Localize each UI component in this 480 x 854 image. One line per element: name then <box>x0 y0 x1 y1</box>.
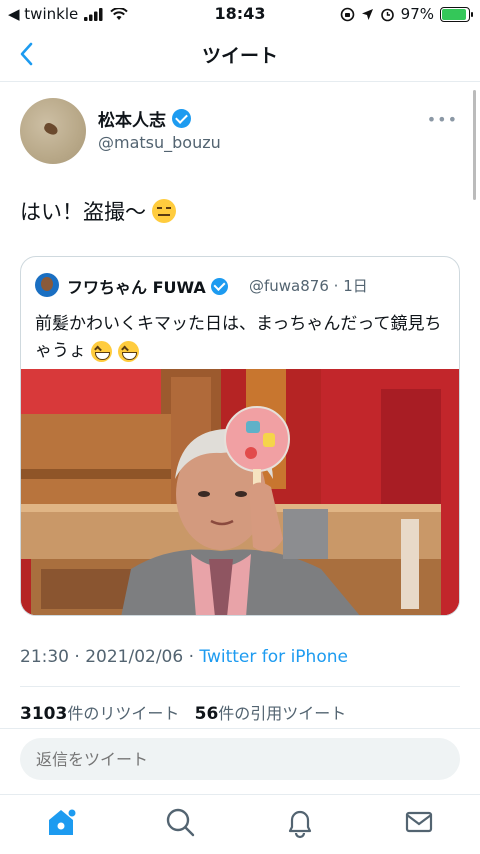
quoted-meta: @fuwa876 · 1日 <box>249 275 368 296</box>
grinning-squinting-emoji-icon <box>91 340 113 362</box>
battery-percent: 97% <box>400 5 434 23</box>
grinning-squinting-emoji-icon <box>117 340 139 362</box>
quotes-stat[interactable]: 56件の引用ツイート <box>194 704 347 724</box>
quoted-photo[interactable] <box>21 369 460 616</box>
source-link[interactable]: Twitter for iPhone <box>199 647 348 667</box>
verified-icon <box>210 277 228 295</box>
retweet-label: 件のリツイート <box>67 704 180 723</box>
quoted-text: 前髪かわいくキマッた日は、まっちゃんだって鏡見ちゃうょ <box>35 311 445 365</box>
reply-input[interactable] <box>20 738 460 780</box>
quoted-time: 1日 <box>343 277 368 295</box>
notifications-icon[interactable] <box>283 805 317 839</box>
location-icon <box>361 8 373 20</box>
quoted-handle: @fuwa876 <box>249 277 329 295</box>
lock-rotation-icon <box>340 7 354 21</box>
tweet-stats: 3103件のリツイート 56件の引用ツイート <box>20 700 346 724</box>
retweets-stat[interactable]: 3103件のリツイート <box>20 704 180 724</box>
quoted-name-row: フワちゃん FUWA <box>67 274 228 298</box>
more-options-icon[interactable]: ••• <box>427 110 458 129</box>
author-name-row[interactable]: 松本人志 <box>98 106 191 131</box>
tweet-text: はい！盗撮〜 <box>20 196 176 226</box>
divider <box>20 686 460 687</box>
home-icon[interactable] <box>44 805 78 839</box>
tweet-body: はい！盗撮〜 <box>20 200 146 224</box>
quoted-avatar <box>35 273 59 297</box>
status-right: 97% <box>340 5 473 23</box>
divider <box>0 728 480 729</box>
quoted-name: フワちゃん FUWA <box>67 278 206 297</box>
alarm-icon <box>380 8 394 21</box>
timestamp-text: 21:30 · 2021/02/06 · <box>20 647 200 667</box>
retweet-count: 3103 <box>20 704 68 724</box>
author-avatar[interactable] <box>20 98 86 164</box>
page-title: ツイート <box>201 45 278 67</box>
quote-label: 件の引用ツイート <box>218 704 347 723</box>
search-icon[interactable] <box>163 805 197 839</box>
verified-icon <box>172 109 191 128</box>
messages-icon[interactable] <box>402 805 436 839</box>
battery-icon <box>440 6 473 22</box>
quoted-tweet[interactable]: フワちゃん FUWA @fuwa876 · 1日 前髪かわいくキマッた日は、まっ… <box>20 256 460 616</box>
tab-bar <box>0 794 480 854</box>
scrollbar[interactable] <box>473 90 476 200</box>
author-name: 松本人志 <box>98 111 166 131</box>
quote-count: 56 <box>194 704 219 724</box>
header: ツイート <box>0 28 480 82</box>
tweet-timestamp: 21:30 · 2021/02/06 · Twitter for iPhone <box>20 647 348 667</box>
status-bar: ◀ twinkle 18:43 97% <box>0 0 480 28</box>
quoted-separator: · <box>333 277 339 295</box>
author-handle[interactable]: @matsu_bouzu <box>98 133 221 152</box>
expressionless-emoji-icon <box>152 199 176 223</box>
battery-fill <box>442 8 466 20</box>
